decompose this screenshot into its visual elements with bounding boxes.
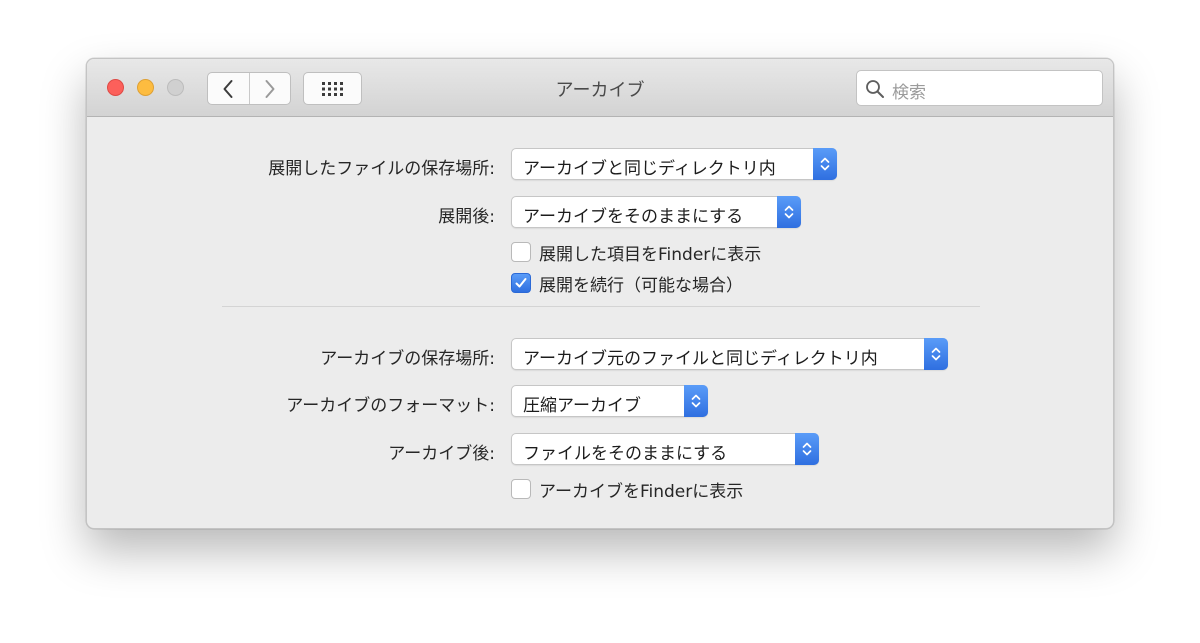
archive-format-popup[interactable]: 圧縮アーカイブ <box>511 385 708 417</box>
checkbox-box[interactable] <box>511 479 531 499</box>
extract-location-value: アーカイブと同じディレクトリ内 <box>523 159 776 179</box>
reveal-archive-label: アーカイブをFinderに表示 <box>539 481 744 502</box>
extract-after-label: 展開後: <box>438 207 495 227</box>
archive-after-value: ファイルをそのままにする <box>523 444 728 464</box>
checkbox-box[interactable] <box>511 242 531 262</box>
search-field[interactable]: 検索 <box>856 70 1103 106</box>
archive-location-label: アーカイブの保存場所: <box>320 349 495 369</box>
stepper-icon <box>777 196 801 228</box>
stepper-icon <box>684 385 708 417</box>
stepper-icon <box>813 148 837 180</box>
reveal-archive-checkbox[interactable]: アーカイブをFinderに表示 <box>511 478 744 502</box>
archive-format-value: 圧縮アーカイブ <box>523 396 641 416</box>
search-icon <box>866 80 884 98</box>
stepper-icon <box>795 433 819 465</box>
archive-format-label: アーカイブのフォーマット: <box>286 396 495 416</box>
section-divider <box>222 306 980 307</box>
archive-location-popup[interactable]: アーカイブ元のファイルと同じディレクトリ内 <box>511 338 948 370</box>
reveal-extracted-label: 展開した項目をFinderに表示 <box>539 244 762 265</box>
reveal-extracted-checkbox[interactable]: 展開した項目をFinderに表示 <box>511 241 762 265</box>
checkmark-icon <box>515 278 527 288</box>
archive-location-value: アーカイブ元のファイルと同じディレクトリ内 <box>523 349 878 369</box>
archive-after-label: アーカイブ後: <box>388 444 495 464</box>
search-placeholder: 検索 <box>892 83 926 103</box>
extract-after-value: アーカイブをそのままにする <box>523 207 744 227</box>
extract-location-label: 展開したファイルの保存場所: <box>268 159 495 179</box>
keep-expanding-label: 展開を続行（可能な場合） <box>539 275 743 296</box>
preferences-window: アーカイブ 検索 展開したファイルの保存場所: アーカイブと同じディレクトリ内 … <box>86 58 1114 529</box>
archive-after-popup[interactable]: ファイルをそのままにする <box>511 433 819 465</box>
keep-expanding-checkbox[interactable]: 展開を続行（可能な場合） <box>511 272 743 296</box>
title-bar: アーカイブ 検索 <box>87 59 1113 117</box>
extract-location-popup[interactable]: アーカイブと同じディレクトリ内 <box>511 148 837 180</box>
extract-after-popup[interactable]: アーカイブをそのままにする <box>511 196 801 228</box>
stepper-icon <box>924 338 948 370</box>
checkbox-box-checked[interactable] <box>511 273 531 293</box>
